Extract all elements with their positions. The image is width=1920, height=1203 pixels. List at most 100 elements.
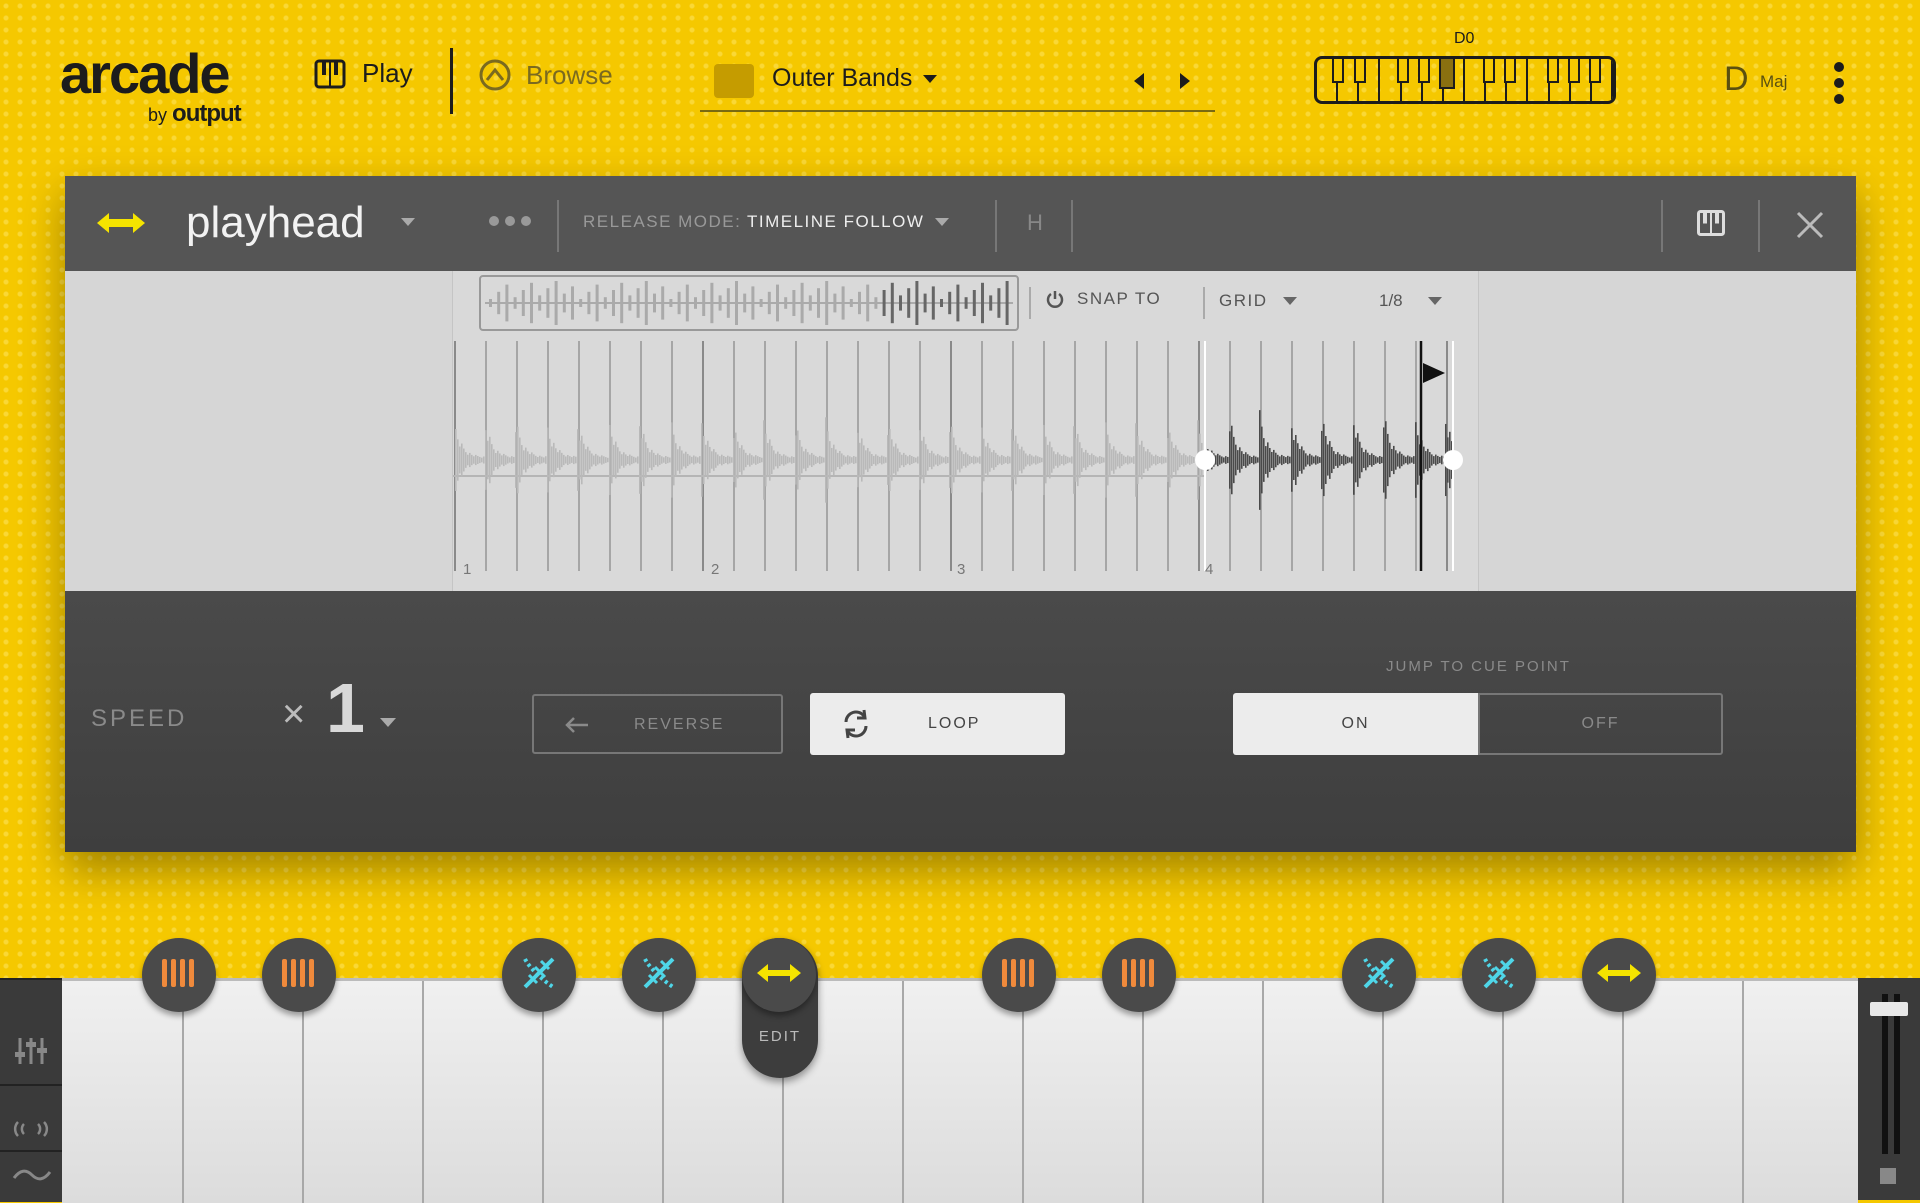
more-menu-icon[interactable] bbox=[1834, 62, 1846, 110]
grid-division[interactable]: 1/8 bbox=[1379, 291, 1403, 311]
release-mode-value[interactable]: TIMELINE FOLLOW bbox=[747, 212, 924, 232]
piano-keyboard[interactable] bbox=[62, 978, 1858, 1203]
header-divider bbox=[1758, 200, 1760, 252]
key-scale[interactable]: Maj bbox=[1760, 72, 1787, 92]
header-divider bbox=[557, 200, 559, 252]
waveform-editor[interactable]: SNAP TO GRID 1/8 1 2 3 4 bbox=[452, 271, 1479, 591]
jump-off-label: OFF bbox=[1581, 715, 1620, 732]
piano-key-divider bbox=[902, 981, 904, 1203]
close-icon[interactable] bbox=[1795, 210, 1825, 240]
loop-icon bbox=[844, 709, 868, 739]
piano-key-divider bbox=[1622, 981, 1624, 1203]
edit-label: EDIT bbox=[758, 1028, 802, 1045]
reverse-label: REVERSE bbox=[634, 716, 725, 733]
left-sidebar bbox=[0, 978, 62, 1202]
piano-key-divider bbox=[1382, 981, 1384, 1203]
header-divider bbox=[995, 200, 997, 252]
jump-on-button[interactable]: ON bbox=[1233, 693, 1478, 755]
previous-preset-icon[interactable] bbox=[1132, 72, 1146, 90]
logo-by-text: by bbox=[148, 105, 168, 125]
piano-key-divider bbox=[1142, 981, 1144, 1203]
dna-icon bbox=[1479, 953, 1519, 998]
play-tab[interactable]: Play bbox=[314, 58, 413, 89]
waveform-display[interactable] bbox=[453, 341, 1478, 581]
browse-tab[interactable]: Browse bbox=[478, 58, 613, 92]
browse-tab-label: Browse bbox=[526, 59, 613, 90]
loop-button[interactable]: LOOP bbox=[810, 693, 1065, 755]
speed-value[interactable]: 1 bbox=[326, 668, 365, 748]
key-note[interactable]: D bbox=[1724, 60, 1749, 99]
panel-title[interactable]: playhead bbox=[186, 198, 365, 248]
chevron-down-icon[interactable] bbox=[380, 718, 396, 728]
keyboard-view-icon[interactable] bbox=[1697, 210, 1725, 236]
divider bbox=[1203, 287, 1205, 319]
piano-key-divider bbox=[302, 981, 304, 1203]
playhead-arrows-icon bbox=[755, 961, 803, 990]
bar-number: 3 bbox=[957, 561, 966, 578]
bars-icon bbox=[159, 955, 199, 996]
grid-mode[interactable]: GRID bbox=[1219, 291, 1268, 311]
pad-2[interactable] bbox=[262, 938, 336, 1012]
nav-divider bbox=[450, 48, 453, 114]
wave-icon[interactable] bbox=[12, 1166, 52, 1184]
loop-label: LOOP bbox=[928, 715, 981, 732]
release-mode-label: RELEASE MODE: bbox=[583, 212, 742, 231]
logo-brand-text: output bbox=[172, 100, 242, 127]
bar-number: 2 bbox=[711, 561, 720, 578]
header-divider bbox=[1071, 200, 1073, 252]
jump-off-button[interactable]: OFF bbox=[1478, 693, 1723, 755]
chevron-down-icon[interactable] bbox=[935, 218, 949, 227]
piano-key-divider bbox=[182, 981, 184, 1203]
cue-flag-icon bbox=[1423, 363, 1445, 383]
reverse-button[interactable]: REVERSE bbox=[532, 694, 783, 754]
chevron-down-icon[interactable] bbox=[922, 74, 938, 84]
speed-label: SPEED bbox=[91, 705, 188, 732]
preset-selector[interactable]: Outer Bands bbox=[700, 58, 1215, 112]
stop-icon[interactable] bbox=[1880, 1168, 1896, 1184]
pad-3[interactable] bbox=[502, 938, 576, 1012]
bar-number: 1 bbox=[463, 561, 472, 578]
mixer-icon[interactable] bbox=[14, 1036, 48, 1066]
chevron-down-icon[interactable] bbox=[401, 218, 415, 227]
play-tab-label: Play bbox=[362, 58, 413, 88]
pad-1[interactable] bbox=[142, 938, 216, 1012]
pad-6[interactable] bbox=[982, 938, 1056, 1012]
volume-fader-handle[interactable] bbox=[1870, 1002, 1908, 1016]
waveform-overview[interactable] bbox=[479, 275, 1019, 331]
piano-key-divider bbox=[1262, 981, 1264, 1203]
divider bbox=[1029, 287, 1031, 319]
loop-end-handle bbox=[1443, 450, 1463, 470]
volume-strip bbox=[1858, 978, 1920, 1200]
piano-key-divider bbox=[1742, 981, 1744, 1203]
power-icon bbox=[1046, 291, 1064, 308]
loop-start-handle bbox=[1195, 450, 1215, 470]
pad-4[interactable] bbox=[622, 938, 696, 1012]
stereo-width-icon[interactable] bbox=[10, 1120, 52, 1138]
key-selector-keyboard[interactable] bbox=[1314, 56, 1616, 104]
pad-10[interactable] bbox=[1582, 938, 1656, 1012]
bar-number: 4 bbox=[1205, 561, 1214, 578]
h-button[interactable]: H bbox=[1027, 210, 1043, 236]
preset-name: Outer Bands bbox=[772, 64, 913, 92]
speed-multiplier-sign: × bbox=[282, 692, 306, 736]
panel-header: playhead RELEASE MODE: TIMELINE FOLLOW H bbox=[65, 176, 1856, 271]
pad-9[interactable] bbox=[1462, 938, 1536, 1012]
header-divider bbox=[1661, 200, 1663, 252]
playhead-arrows-icon bbox=[1595, 961, 1643, 990]
piano-key-divider bbox=[1502, 981, 1504, 1203]
more-options-icon[interactable] bbox=[489, 216, 531, 226]
jump-to-cue-label: JUMP TO CUE POINT bbox=[1386, 658, 1571, 675]
pad-8[interactable] bbox=[1342, 938, 1416, 1012]
key-root-label: D0 bbox=[1454, 30, 1475, 47]
playhead-arrows-icon bbox=[97, 213, 145, 233]
next-preset-icon[interactable] bbox=[1178, 72, 1192, 90]
snap-to-label: SNAP TO bbox=[1077, 289, 1162, 308]
chevron-down-icon[interactable] bbox=[1283, 297, 1297, 306]
chevron-down-icon[interactable] bbox=[1428, 297, 1442, 306]
snap-to-toggle[interactable]: SNAP TO bbox=[1045, 289, 1161, 309]
dna-icon bbox=[639, 953, 679, 998]
pad-5[interactable] bbox=[742, 938, 816, 1012]
piano-key-divider bbox=[542, 981, 544, 1203]
pad-7[interactable] bbox=[1102, 938, 1176, 1012]
arcade-logo: arcade bbox=[60, 42, 231, 105]
